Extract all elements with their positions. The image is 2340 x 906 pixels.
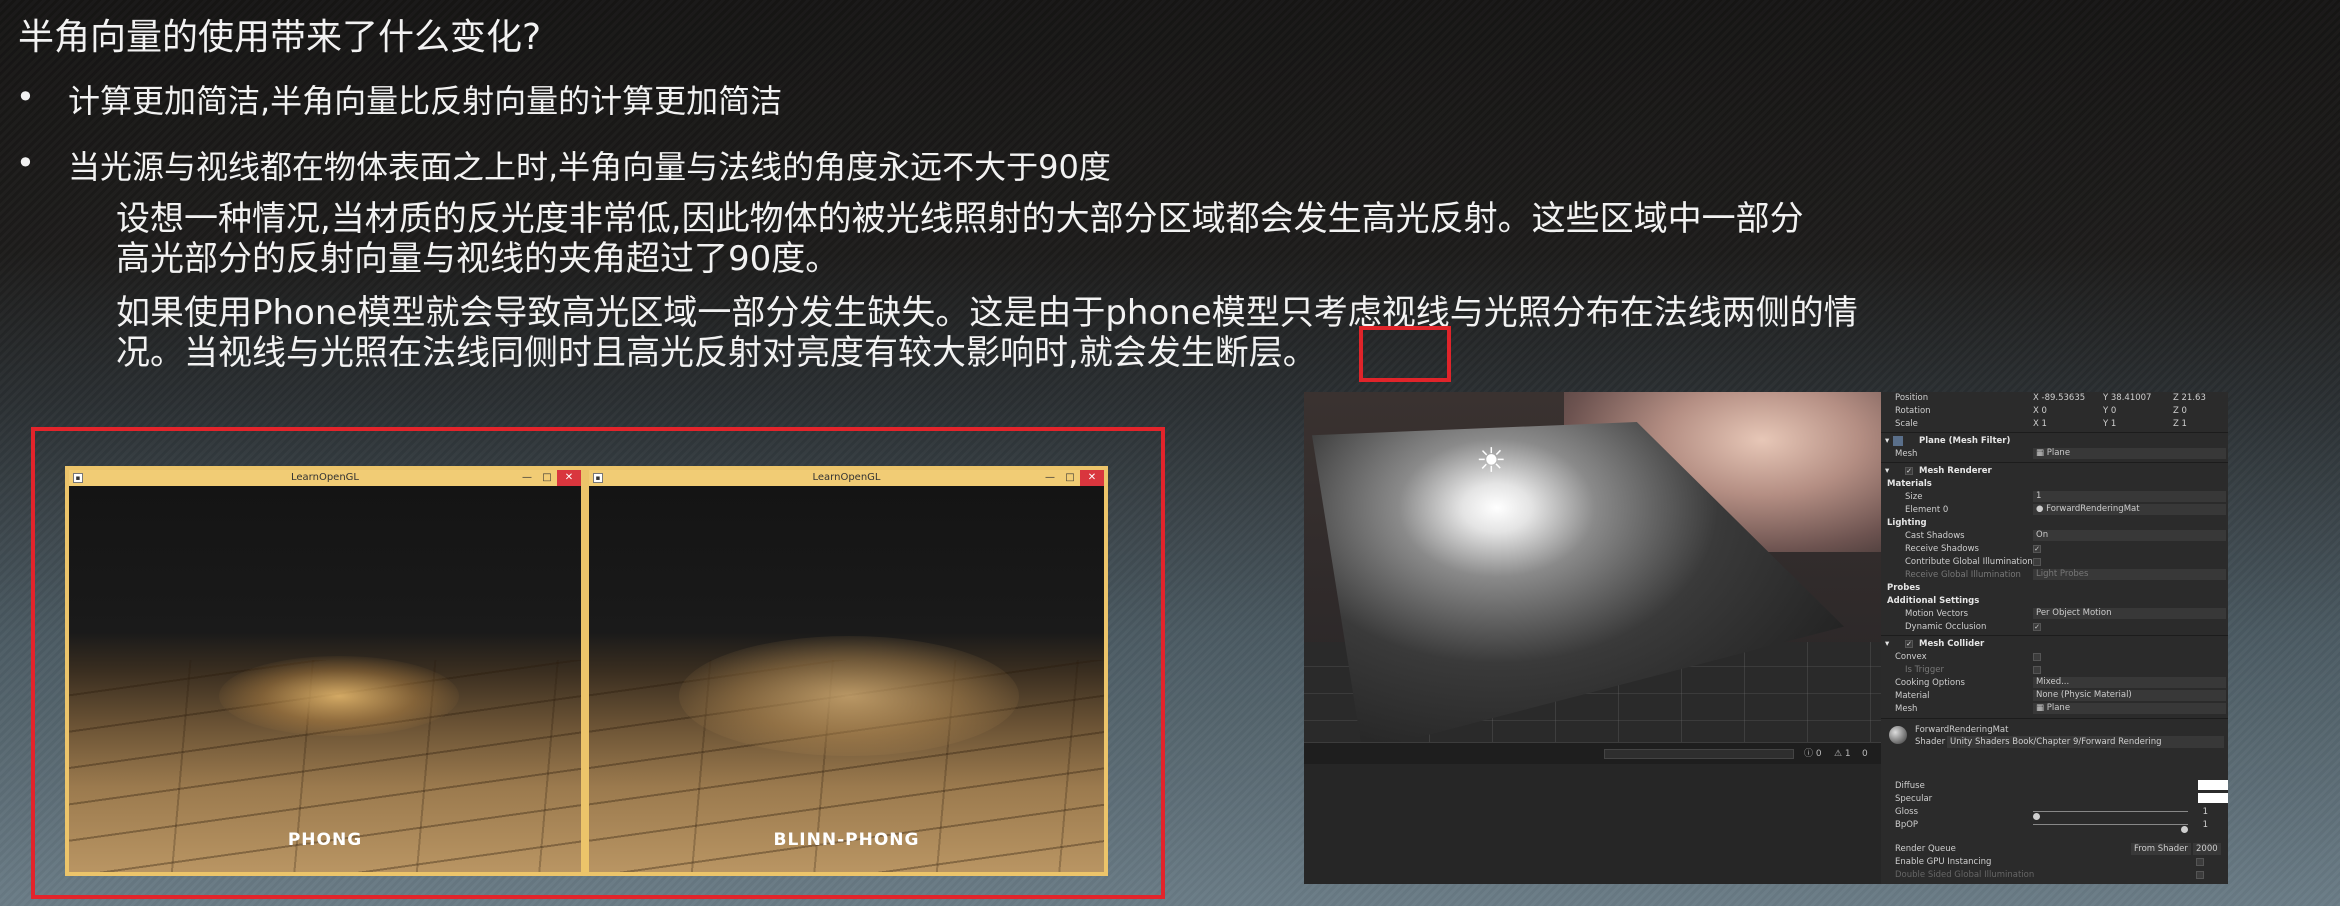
- shader-dropdown[interactable]: Unity Shaders Book/Chapter 9/Forward Ren…: [1947, 736, 2224, 748]
- position-y[interactable]: Y 38.41007: [2103, 392, 2151, 404]
- receive-gi-dropdown: Light Probes: [2033, 569, 2226, 580]
- material-preview-icon: [1889, 726, 1907, 744]
- gloss-value[interactable]: 1: [2203, 806, 2208, 818]
- lighting-foldout[interactable]: Lighting: [1887, 517, 1927, 529]
- physic-material-field[interactable]: None (Physic Material): [2033, 690, 2226, 701]
- point-light-icon[interactable]: ☀: [1476, 444, 1506, 478]
- render-queue-mode-dropdown[interactable]: From Shader: [2131, 843, 2191, 855]
- phong-render: PHONG: [69, 486, 581, 872]
- scale-z[interactable]: Z 1: [2173, 418, 2187, 430]
- diffuse-color-swatch[interactable]: [2198, 780, 2228, 790]
- material-element-field[interactable]: ● ForwardRenderingMat: [2033, 504, 2226, 515]
- component-enabled-checkbox[interactable]: ✓: [1905, 466, 1913, 475]
- specular-highlight: [219, 656, 459, 736]
- error-count[interactable]: 0: [1862, 743, 1868, 765]
- materials-foldout[interactable]: Materials: [1887, 478, 1932, 490]
- blinn-phong-window: ▪ LearnOpenGL — □ ✕ BLINN-PHONG: [585, 466, 1108, 876]
- bpop-value[interactable]: 1: [2203, 819, 2208, 831]
- scale-row: Scale X 1 Y 1 Z 1: [1895, 418, 2187, 430]
- component-enabled-checkbox[interactable]: ✓: [1905, 639, 1913, 648]
- paragraph-1-line-2: 高光部分的反射向量与视线的夹角超过了90度。: [116, 239, 840, 279]
- foldout-icon[interactable]: ▾: [1885, 435, 1889, 447]
- receive-shadows-checkbox[interactable]: ✓: [2033, 544, 2041, 553]
- unity-editor-screenshot: ☀ ⓘ 0 ⚠ 1 0 Position X -89.53635 Y 38.41…: [1304, 392, 2228, 884]
- close-button[interactable]: ✕: [557, 470, 581, 486]
- app-icon: ▪: [593, 473, 603, 483]
- scale-x[interactable]: X 1: [2033, 418, 2047, 430]
- rotation-x[interactable]: X 0: [2033, 405, 2047, 417]
- probes-foldout[interactable]: Probes: [1887, 582, 1920, 594]
- window-titlebar: ▪ LearnOpenGL — □ ✕: [589, 470, 1104, 486]
- cooking-options-dropdown[interactable]: Mixed...: [2033, 677, 2226, 688]
- bullet-2: 当光源与视线都在物体表面之上时,半角向量与法线的角度永远不大于90度: [68, 148, 1111, 186]
- mesh-collider-header[interactable]: ▾ ✓ Mesh Collider: [1881, 638, 2228, 650]
- close-button[interactable]: ✕: [1080, 470, 1104, 486]
- position-z[interactable]: Z 21.63: [2173, 392, 2206, 404]
- console-statusbar: ⓘ 0 ⚠ 1 0: [1304, 742, 1881, 764]
- maximize-button[interactable]: □: [1060, 470, 1080, 486]
- search-input[interactable]: [1604, 749, 1794, 759]
- blinn-phong-label: BLINN-PHONG: [773, 830, 920, 850]
- scene-view[interactable]: ☀ ⓘ 0 ⚠ 1 0: [1304, 392, 1881, 884]
- convex-checkbox[interactable]: [2033, 652, 2041, 661]
- additional-settings-foldout[interactable]: Additional Settings: [1887, 595, 1979, 607]
- rotation-row: Rotation X 0 Y 0 Z 0: [1895, 405, 2187, 417]
- maximize-button[interactable]: □: [537, 470, 557, 486]
- position-row: Position X -89.53635 Y 38.41007 Z 21.63: [1895, 392, 2206, 404]
- rotation-y[interactable]: Y 0: [2103, 405, 2116, 417]
- mesh-renderer-header[interactable]: ▾ ✓ Mesh Renderer: [1881, 465, 2228, 477]
- material-header[interactable]: ForwardRenderingMat Shader Unity Shaders…: [1881, 724, 2228, 748]
- cast-shadows-dropdown[interactable]: On: [2033, 530, 2226, 541]
- warning-count[interactable]: ⚠ 1: [1834, 743, 1851, 765]
- dynamic-occlusion-checkbox[interactable]: ✓: [2033, 622, 2041, 631]
- paragraph-1-line-1: 设想一种情况,当材质的反光度非常低,因此物体的被光线照射的大部分区域都会发生高光…: [116, 199, 1804, 239]
- bullet-mark: •: [16, 78, 35, 116]
- minimize-button[interactable]: —: [1040, 470, 1060, 486]
- info-count[interactable]: ⓘ 0: [1804, 743, 1822, 765]
- position-x[interactable]: X -89.53635: [2033, 392, 2085, 404]
- is-trigger-checkbox: [2033, 665, 2041, 674]
- collider-mesh-field[interactable]: ▦ Plane: [2033, 703, 2226, 714]
- bpop-slider-knob[interactable]: [2181, 826, 2188, 833]
- console-panel: [1304, 764, 1881, 884]
- bpop-slider[interactable]: [2033, 824, 2188, 833]
- motion-vectors-dropdown[interactable]: Per Object Motion: [2033, 608, 2226, 619]
- double-sided-gi-checkbox: [2196, 870, 2204, 879]
- foldout-icon[interactable]: ▾: [1885, 638, 1889, 650]
- mesh-filter-mesh-row: Mesh ▦ Plane: [1881, 448, 2228, 460]
- bullet-mark: •: [16, 144, 35, 182]
- phong-label: PHONG: [287, 830, 363, 850]
- foldout-icon[interactable]: ▾: [1885, 465, 1889, 477]
- blinn-phong-render: BLINN-PHONG: [589, 486, 1104, 872]
- gpu-instancing-checkbox[interactable]: [2196, 857, 2204, 866]
- slide-title: 半角向量的使用带来了什么变化?: [18, 17, 542, 58]
- window-titlebar: ▪ LearnOpenGL — □ ✕: [69, 470, 581, 486]
- window-title: LearnOpenGL: [291, 472, 359, 483]
- inspector-panel: Position X -89.53635 Y 38.41007 Z 21.63 …: [1881, 392, 2228, 884]
- paragraph-2-line-1: 如果使用Phone模型就会导致高光区域一部分发生缺失。这是由于phone模型只考…: [116, 293, 1858, 333]
- contribute-gi-checkbox[interactable]: [2033, 557, 2041, 566]
- render-queue-value[interactable]: 2000: [2193, 843, 2221, 855]
- app-icon: ▪: [73, 473, 83, 483]
- mesh-filter-header[interactable]: ▾ Plane (Mesh Filter): [1881, 435, 2228, 447]
- gloss-slider[interactable]: [2033, 811, 2188, 820]
- scale-y[interactable]: Y 1: [2103, 418, 2116, 430]
- mesh-field[interactable]: ▦ Plane: [2033, 448, 2226, 459]
- specular-color-swatch[interactable]: [2198, 793, 2228, 803]
- phong-window: ▪ LearnOpenGL — □ ✕ PHONG: [65, 466, 585, 876]
- mesh-filter-icon: [1893, 436, 1903, 446]
- highlight-box: [1359, 326, 1451, 382]
- specular-highlight: [679, 636, 1019, 756]
- paragraph-2-line-2: 况。当视线与光照在法线同侧时且高光反射对亮度有较大影响时,就会发生断层。: [116, 333, 1317, 373]
- bullet-1: 计算更加简洁,半角向量比反射向量的计算更加简洁: [68, 82, 783, 120]
- rotation-z[interactable]: Z 0: [2173, 405, 2187, 417]
- size-field[interactable]: 1: [2033, 491, 2226, 502]
- window-title: LearnOpenGL: [812, 472, 881, 483]
- minimize-button[interactable]: —: [517, 470, 537, 486]
